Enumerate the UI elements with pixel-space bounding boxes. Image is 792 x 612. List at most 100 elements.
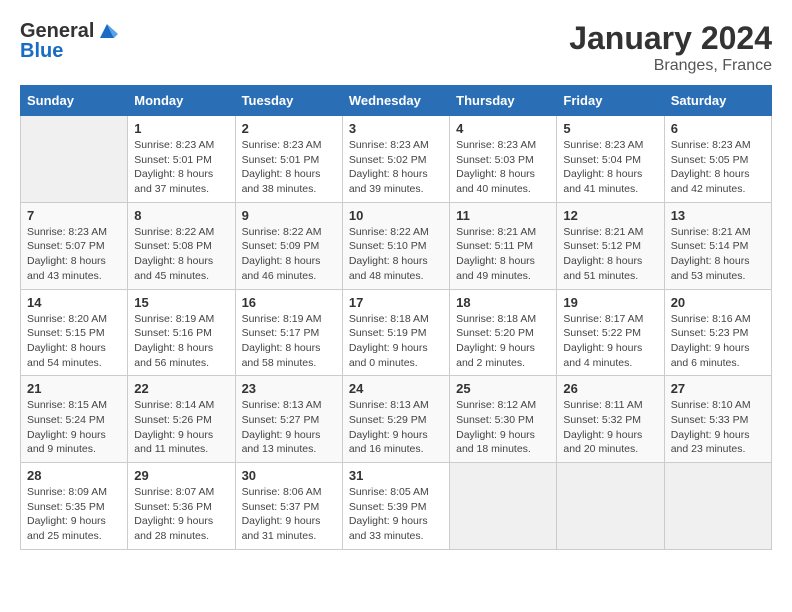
day-info: Sunrise: 8:07 AMSunset: 5:36 PMDaylight:… — [134, 485, 228, 544]
page-subtitle: Branges, France — [569, 57, 772, 75]
day-info: Sunrise: 8:17 AMSunset: 5:22 PMDaylight:… — [563, 312, 657, 371]
day-info: Sunrise: 8:13 AMSunset: 5:29 PMDaylight:… — [349, 398, 443, 457]
calendar-cell: 4 Sunrise: 8:23 AMSunset: 5:03 PMDaylight… — [450, 116, 557, 203]
title-block: January 2024 Branges, France — [569, 20, 772, 75]
day-info: Sunrise: 8:23 AMSunset: 5:02 PMDaylight:… — [349, 138, 443, 197]
calendar-cell: 17 Sunrise: 8:18 AMSunset: 5:19 PMDayligh… — [342, 289, 449, 376]
day-number: 15 — [134, 295, 228, 310]
day-info: Sunrise: 8:23 AMSunset: 5:01 PMDaylight:… — [242, 138, 336, 197]
day-number: 16 — [242, 295, 336, 310]
calendar-week-2: 14 Sunrise: 8:20 AMSunset: 5:15 PMDayligh… — [21, 289, 772, 376]
logo-general: General — [20, 20, 94, 42]
calendar-cell: 19 Sunrise: 8:17 AMSunset: 5:22 PMDayligh… — [557, 289, 664, 376]
day-number: 5 — [563, 121, 657, 136]
calendar-cell: 29 Sunrise: 8:07 AMSunset: 5:36 PMDayligh… — [128, 463, 235, 550]
calendar-week-4: 28 Sunrise: 8:09 AMSunset: 5:35 PMDayligh… — [21, 463, 772, 550]
day-number: 29 — [134, 468, 228, 483]
calendar-cell — [21, 116, 128, 203]
calendar-week-1: 7 Sunrise: 8:23 AMSunset: 5:07 PMDaylight… — [21, 202, 772, 289]
day-number: 8 — [134, 208, 228, 223]
header-cell-saturday: Saturday — [664, 86, 771, 116]
day-number: 30 — [242, 468, 336, 483]
day-info: Sunrise: 8:23 AMSunset: 5:03 PMDaylight:… — [456, 138, 550, 197]
header-cell-monday: Monday — [128, 86, 235, 116]
calendar-cell: 8 Sunrise: 8:22 AMSunset: 5:08 PMDaylight… — [128, 202, 235, 289]
header-cell-friday: Friday — [557, 86, 664, 116]
day-number: 18 — [456, 295, 550, 310]
day-number: 17 — [349, 295, 443, 310]
day-info: Sunrise: 8:15 AMSunset: 5:24 PMDaylight:… — [27, 398, 121, 457]
calendar-week-0: 1Sunrise: 8:23 AMSunset: 5:01 PMDaylight… — [21, 116, 772, 203]
calendar-table: SundayMondayTuesdayWednesdayThursdayFrid… — [20, 85, 772, 550]
day-number: 2 — [242, 121, 336, 136]
day-info: Sunrise: 8:05 AMSunset: 5:39 PMDaylight:… — [349, 485, 443, 544]
calendar-cell: 18 Sunrise: 8:18 AMSunset: 5:20 PMDayligh… — [450, 289, 557, 376]
day-number: 7 — [27, 208, 121, 223]
day-number: 11 — [456, 208, 550, 223]
header-cell-thursday: Thursday — [450, 86, 557, 116]
day-info: Sunrise: 8:09 AMSunset: 5:35 PMDaylight:… — [27, 485, 121, 544]
day-number: 24 — [349, 381, 443, 396]
calendar-header-row: SundayMondayTuesdayWednesdayThursdayFrid… — [21, 86, 772, 116]
calendar-cell: 15 Sunrise: 8:19 AMSunset: 5:16 PMDayligh… — [128, 289, 235, 376]
day-info: Sunrise: 8:06 AMSunset: 5:37 PMDaylight:… — [242, 485, 336, 544]
day-number: 23 — [242, 381, 336, 396]
page-header: General Blue January 2024 Branges, Franc… — [20, 20, 772, 75]
day-info: Sunrise: 8:16 AMSunset: 5:23 PMDaylight:… — [671, 312, 765, 371]
calendar-week-3: 21Sunrise: 8:15 AMSunset: 5:24 PMDayligh… — [21, 376, 772, 463]
calendar-cell — [450, 463, 557, 550]
day-number: 9 — [242, 208, 336, 223]
calendar-cell — [557, 463, 664, 550]
day-number: 31 — [349, 468, 443, 483]
calendar-cell: 26Sunrise: 8:11 AMSunset: 5:32 PMDayligh… — [557, 376, 664, 463]
day-number: 6 — [671, 121, 765, 136]
calendar-cell: 14 Sunrise: 8:20 AMSunset: 5:15 PMDayligh… — [21, 289, 128, 376]
day-number: 19 — [563, 295, 657, 310]
calendar-cell — [664, 463, 771, 550]
calendar-cell: 28 Sunrise: 8:09 AMSunset: 5:35 PMDayligh… — [21, 463, 128, 550]
calendar-cell: 3 Sunrise: 8:23 AMSunset: 5:02 PMDaylight… — [342, 116, 449, 203]
day-number: 14 — [27, 295, 121, 310]
day-number: 20 — [671, 295, 765, 310]
day-info: Sunrise: 8:23 AMSunset: 5:07 PMDaylight:… — [27, 225, 121, 284]
calendar-cell: 20 Sunrise: 8:16 AMSunset: 5:23 PMDayligh… — [664, 289, 771, 376]
logo: General Blue — [20, 20, 118, 63]
day-number: 10 — [349, 208, 443, 223]
page-title: January 2024 — [569, 20, 772, 57]
day-info: Sunrise: 8:14 AMSunset: 5:26 PMDaylight:… — [134, 398, 228, 457]
day-info: Sunrise: 8:22 AMSunset: 5:08 PMDaylight:… — [134, 225, 228, 284]
day-info: Sunrise: 8:10 AMSunset: 5:33 PMDaylight:… — [671, 398, 765, 457]
header-cell-tuesday: Tuesday — [235, 86, 342, 116]
calendar-cell: 1Sunrise: 8:23 AMSunset: 5:01 PMDaylight… — [128, 116, 235, 203]
calendar-cell: 7 Sunrise: 8:23 AMSunset: 5:07 PMDaylight… — [21, 202, 128, 289]
calendar-cell: 12 Sunrise: 8:21 AMSunset: 5:12 PMDayligh… — [557, 202, 664, 289]
day-number: 26 — [563, 381, 657, 396]
day-info: Sunrise: 8:23 AMSunset: 5:04 PMDaylight:… — [563, 138, 657, 197]
day-info: Sunrise: 8:23 AMSunset: 5:05 PMDaylight:… — [671, 138, 765, 197]
day-info: Sunrise: 8:19 AMSunset: 5:16 PMDaylight:… — [134, 312, 228, 371]
day-info: Sunrise: 8:22 AMSunset: 5:10 PMDaylight:… — [349, 225, 443, 284]
day-info: Sunrise: 8:21 AMSunset: 5:11 PMDaylight:… — [456, 225, 550, 284]
calendar-cell: 25Sunrise: 8:12 AMSunset: 5:30 PMDayligh… — [450, 376, 557, 463]
calendar-cell: 27Sunrise: 8:10 AMSunset: 5:33 PMDayligh… — [664, 376, 771, 463]
day-number: 4 — [456, 121, 550, 136]
day-info: Sunrise: 8:21 AMSunset: 5:12 PMDaylight:… — [563, 225, 657, 284]
day-info: Sunrise: 8:18 AMSunset: 5:20 PMDaylight:… — [456, 312, 550, 371]
calendar-cell: 23Sunrise: 8:13 AMSunset: 5:27 PMDayligh… — [235, 376, 342, 463]
day-number: 3 — [349, 121, 443, 136]
logo-icon — [96, 20, 118, 42]
day-number: 12 — [563, 208, 657, 223]
day-info: Sunrise: 8:20 AMSunset: 5:15 PMDaylight:… — [27, 312, 121, 371]
day-info: Sunrise: 8:18 AMSunset: 5:19 PMDaylight:… — [349, 312, 443, 371]
calendar-cell: 2 Sunrise: 8:23 AMSunset: 5:01 PMDaylight… — [235, 116, 342, 203]
day-number: 28 — [27, 468, 121, 483]
logo-blue: Blue — [20, 40, 118, 63]
calendar-cell: 6 Sunrise: 8:23 AMSunset: 5:05 PMDaylight… — [664, 116, 771, 203]
header-cell-wednesday: Wednesday — [342, 86, 449, 116]
calendar-body: 1Sunrise: 8:23 AMSunset: 5:01 PMDaylight… — [21, 116, 772, 550]
day-info: Sunrise: 8:22 AMSunset: 5:09 PMDaylight:… — [242, 225, 336, 284]
day-number: 22 — [134, 381, 228, 396]
calendar-cell: 22 Sunrise: 8:14 AMSunset: 5:26 PMDayligh… — [128, 376, 235, 463]
day-number: 25 — [456, 381, 550, 396]
calendar-cell: 31 Sunrise: 8:05 AMSunset: 5:39 PMDayligh… — [342, 463, 449, 550]
